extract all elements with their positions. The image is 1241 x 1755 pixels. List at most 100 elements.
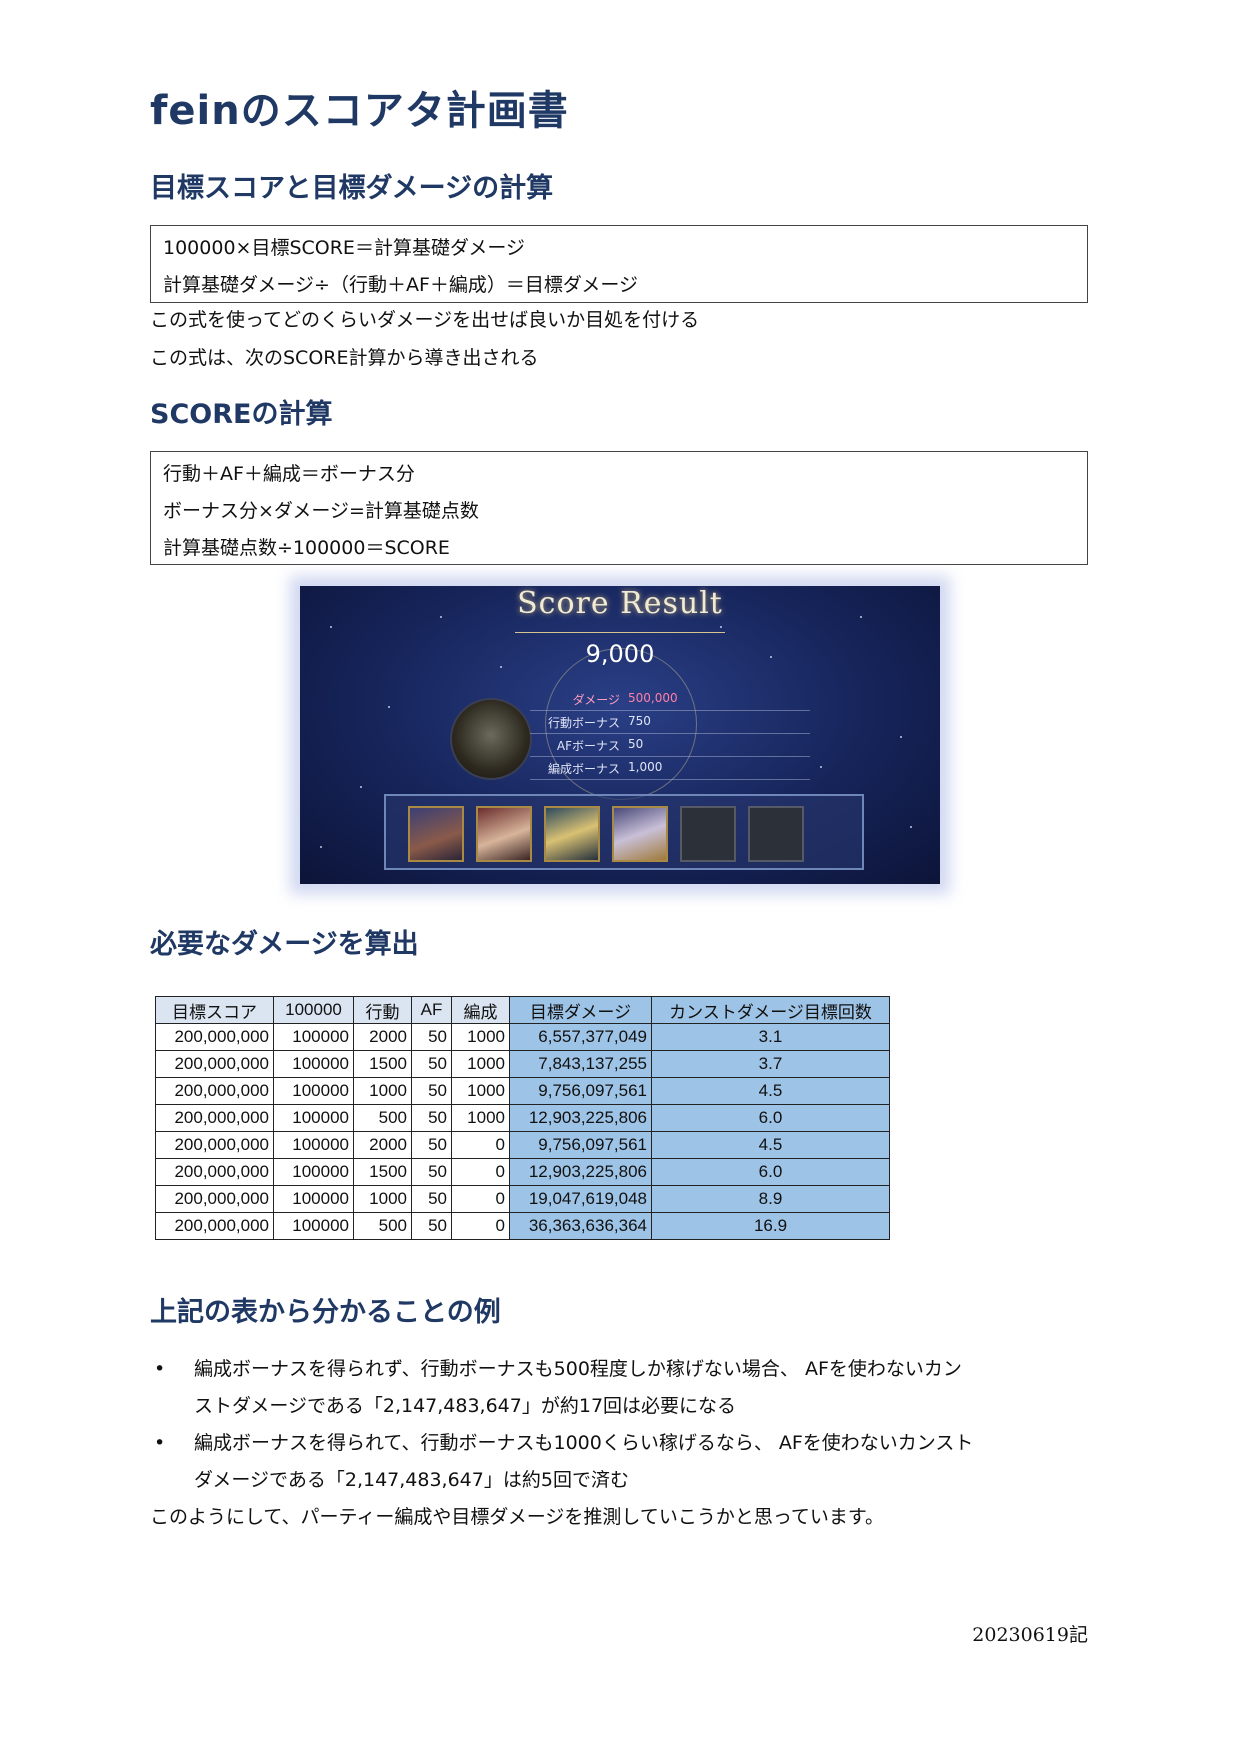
table-row: 200,000,000 100000 500 50 1000 12,903,22… [155,1104,890,1132]
cell: 1500 [353,1050,412,1078]
cell: 50 [411,1104,452,1132]
table-row: 200,000,000 100000 500 50 0 36,363,636,3… [155,1212,890,1240]
table-row: 200,000,000 100000 2000 50 0 9,756,097,5… [155,1131,890,1159]
cell: 50 [411,1050,452,1078]
cell: 3.1 [651,1023,890,1051]
cell: 1000 [451,1050,510,1078]
cell: 50 [411,1212,452,1240]
cell: 4.5 [651,1131,890,1159]
cell: 0 [451,1158,510,1186]
cell: 200,000,000 [155,1185,274,1213]
cell: 6.0 [651,1158,890,1186]
cell: 200,000,000 [155,1023,274,1051]
stat-value: 1,000 [628,760,663,774]
col-header: 目標スコア [155,996,274,1024]
col-header: 行動 [353,996,412,1024]
cell: 4.5 [651,1077,890,1105]
cell: 0 [451,1212,510,1240]
cell: 3.7 [651,1050,890,1078]
paragraph: この式を使ってどのくらいダメージを出せば良いか目処を付ける [150,309,700,331]
section-heading-target-calc: 目標スコアと目標ダメージの計算 [150,173,554,204]
stat-label: 行動ボーナス [547,716,620,730]
cell: 36,363,636,364 [509,1212,652,1240]
cell: 0 [451,1131,510,1159]
stat-row-af-bonus: AFボーナス 50 [530,734,810,757]
damage-table: 目標スコア 100000 行動 AF 編成 目標ダメージ カンストダメージ目標回… [155,996,890,1240]
party-member-portrait [544,806,600,862]
cell: 100000 [273,1050,354,1078]
bullet-dot-icon: • [154,1432,166,1454]
party-member-portrait [408,806,464,862]
cell: 100000 [273,1104,354,1132]
cell: 2000 [353,1131,412,1159]
party-member-portrait [612,806,668,862]
cell: 50 [411,1023,452,1051]
cell: 6,557,377,049 [509,1023,652,1051]
page-title: feinのスコアタ計画書 [150,88,569,134]
section-heading-score-calc: SCOREの計算 [150,399,333,430]
cell: 200,000,000 [155,1158,274,1186]
list-item-text: 編成ボーナスを得られず、行動ボーナスも500程度しか稼げない場合、 AFを使わな… [194,1358,962,1380]
stat-label: 編成ボーナス [547,762,620,776]
cell: 500 [353,1212,412,1240]
party-frame [384,794,864,870]
cell: 50 [411,1185,452,1213]
col-header: 目標ダメージ [509,996,652,1024]
bullet-list: • 編成ボーナスを得られず、行動ボーナスも500程度しか稼げない場合、 AFを使… [150,1351,1090,1499]
formula-box-target: 100000×目標SCORE＝計算基礎ダメージ 計算基礎ダメージ÷（行動＋AF＋… [150,225,1088,303]
cell: 200,000,000 [155,1050,274,1078]
cell: 7,843,137,255 [509,1050,652,1078]
cell: 0 [451,1185,510,1213]
section-heading-required-damage: 必要なダメージを算出 [150,929,419,960]
formula-line: 100000×目標SCORE＝計算基礎ダメージ [163,237,525,259]
cell: 50 [411,1158,452,1186]
cell: 9,756,097,561 [509,1131,652,1159]
cell: 6.0 [651,1104,890,1132]
col-header: カンストダメージ目標回数 [651,996,890,1024]
list-item: • 編成ボーナスを得られて、行動ボーナスも1000くらい稼げるなら、 AFを使わ… [150,1425,1090,1499]
table-row: 200,000,000 100000 1500 50 0 12,903,225,… [155,1158,890,1186]
list-item: • 編成ボーナスを得られず、行動ボーナスも500程度しか稼げない場合、 AFを使… [150,1351,1090,1425]
table-row: 200,000,000 100000 1000 50 0 19,047,619,… [155,1185,890,1213]
cell: 2000 [353,1023,412,1051]
title-divider [515,632,725,633]
cell: 19,047,619,048 [509,1185,652,1213]
cell: 1000 [451,1104,510,1132]
cell: 500 [353,1104,412,1132]
cell: 16.9 [651,1212,890,1240]
cell: 100000 [273,1212,354,1240]
paragraph: この式は、次のSCORE計算から導き出される [150,347,539,369]
stat-label: ダメージ [572,693,620,707]
col-header: AF [411,996,452,1024]
stat-row-damage: ダメージ 500,000 [530,688,810,711]
formula-box-score: 行動＋AF＋編成＝ボーナス分 ボーナス分×ダメージ=計算基礎点数 計算基礎点数÷… [150,451,1088,565]
cell: 12,903,225,806 [509,1104,652,1132]
formula-line: 計算基礎点数÷100000＝SCORE [163,537,450,559]
party-member-portrait [476,806,532,862]
cell: 100000 [273,1131,354,1159]
score-result-screenshot: Score Result 9,000 ダメージ 500,000 行動ボーナス 7… [300,586,940,884]
cell: 100000 [273,1158,354,1186]
character-avatar [450,698,532,780]
cell: 200,000,000 [155,1077,274,1105]
stat-label: AFボーナス [556,739,620,753]
cell: 200,000,000 [155,1212,274,1240]
cell: 1000 [451,1023,510,1051]
conclusion-text: このようにして、パーティー編成や目標ダメージを推測していこうかと思っています。 [150,1506,884,1528]
cell: 200,000,000 [155,1104,274,1132]
cell: 200,000,000 [155,1131,274,1159]
party-empty-slot [680,806,736,862]
cell: 8.9 [651,1185,890,1213]
footer-date: 20230619記 [972,1624,1088,1646]
score-value: 9,000 [585,640,655,668]
table-header-row: 目標スコア 100000 行動 AF 編成 目標ダメージ カンストダメージ目標回… [155,996,890,1024]
cell: 1000 [451,1077,510,1105]
formula-line: 行動＋AF＋編成＝ボーナス分 [163,463,415,485]
stat-value: 750 [628,714,651,728]
list-item-text: 編成ボーナスを得られて、行動ボーナスも1000くらい稼げるなら、 AFを使わない… [194,1432,974,1454]
cell: 100000 [273,1185,354,1213]
section-heading-examples: 上記の表から分かることの例 [150,1297,501,1328]
cell: 100000 [273,1023,354,1051]
stat-row-party-bonus: 編成ボーナス 1,000 [530,757,810,780]
cell: 1500 [353,1158,412,1186]
